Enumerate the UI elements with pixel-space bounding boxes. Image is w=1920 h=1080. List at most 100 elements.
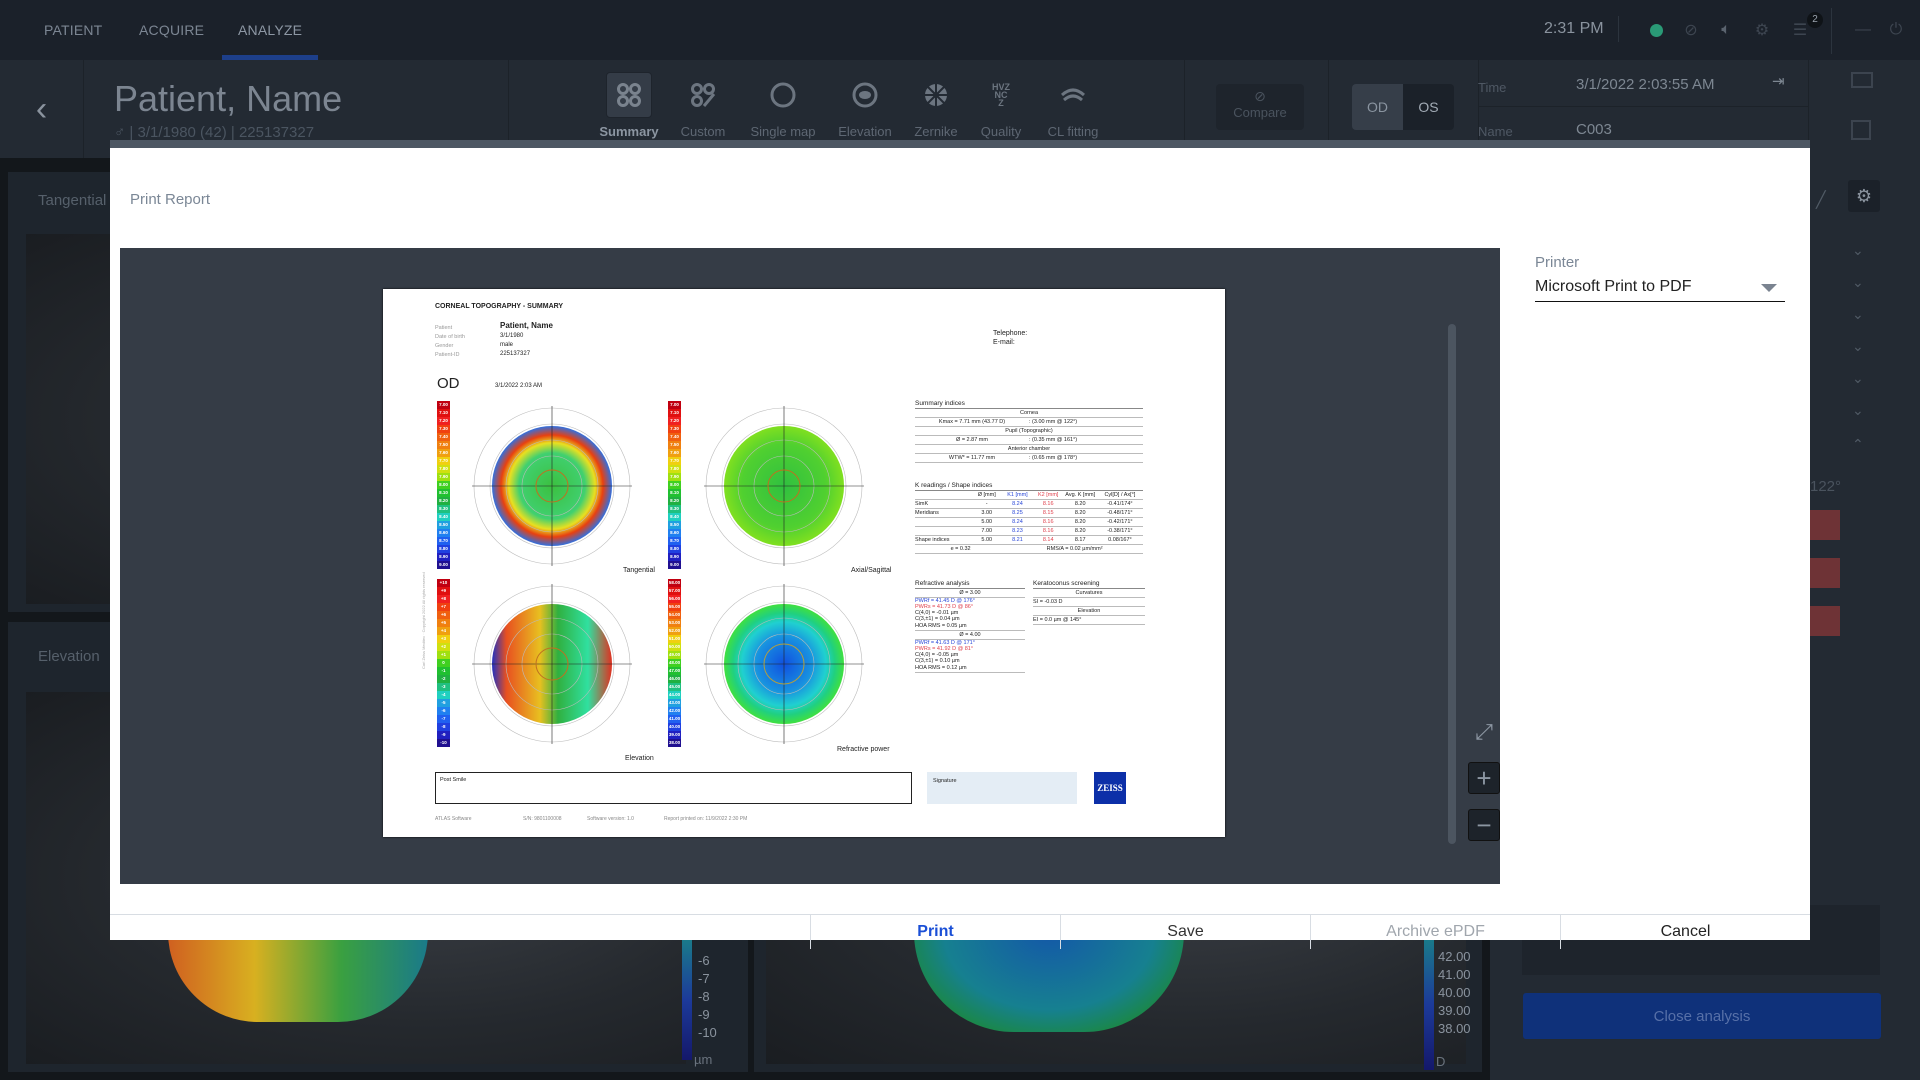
tab-patient[interactable]: PATIENT xyxy=(44,0,102,60)
view-label: Summary xyxy=(599,124,659,139)
birth-info: 3/1/1980 (42) xyxy=(137,124,227,141)
table-cell: - xyxy=(985,501,988,507)
printer-label: Printer xyxy=(1535,254,1580,271)
keratoconus-screening: Keratoconus screening Curvatures SI = -0… xyxy=(1033,579,1145,625)
print-button[interactable]: Print xyxy=(810,915,1060,949)
view-label: Zernike xyxy=(914,124,958,139)
field-value: Patient, Name xyxy=(500,321,553,330)
chevron-down-icon[interactable]: ⌄ xyxy=(1852,402,1864,419)
clock: 2:31 PM xyxy=(1544,20,1604,37)
back-button[interactable]: ‹ xyxy=(0,60,84,158)
axis-angle-text: 122° xyxy=(1810,478,1842,495)
archive-epdf-button[interactable]: Archive ePDF xyxy=(1310,915,1560,949)
view-label: Elevation xyxy=(838,124,892,139)
chevron-down-icon[interactable]: ⌄ xyxy=(1852,338,1864,355)
chevron-down-icon[interactable]: ⌄ xyxy=(1852,242,1864,259)
scale-step: 47.00 xyxy=(668,667,681,675)
scale-step: 7.60 xyxy=(668,449,681,457)
field-value: 3/1/1980 xyxy=(500,333,524,339)
view-quality[interactable]: HVZ NC Z Quality xyxy=(966,72,1036,140)
scale-step: 7.20 xyxy=(668,417,681,425)
summary-grid-icon xyxy=(606,72,652,118)
view-label: Custom xyxy=(680,124,726,139)
quality-icon: HVZ NC Z xyxy=(992,82,1010,108)
scale-step: 8.70 xyxy=(668,537,681,545)
fit-to-screen-icon[interactable]: ⤢ xyxy=(1470,718,1498,746)
scale-step: 7.80 xyxy=(437,465,450,473)
compare-button[interactable]: ⊘ Compare xyxy=(1216,84,1304,130)
chevron-down-icon[interactable]: ⌄ xyxy=(1852,274,1864,291)
scale-step: +3 xyxy=(437,635,450,643)
settings-button[interactable]: ⚙ xyxy=(1848,180,1880,212)
table-cell: 8.20 xyxy=(1074,510,1086,516)
scale-step: +2 xyxy=(437,643,450,651)
printer-value: Microsoft Print to PDF xyxy=(1535,278,1692,295)
time-value: 3/1/2022 2:03:55 AM xyxy=(1576,76,1715,93)
table-cell: 8.20 xyxy=(1074,528,1086,534)
zoom-out-button[interactable]: − xyxy=(1468,809,1500,841)
scale-step: -4 xyxy=(437,691,450,699)
minimize-icon[interactable]: — xyxy=(1853,20,1873,40)
cancel-button[interactable]: Cancel xyxy=(1560,915,1810,949)
printer-select[interactable]: Microsoft Print to PDF xyxy=(1535,278,1785,302)
view-elevation[interactable]: Elevation xyxy=(830,72,900,139)
zoom-in-button[interactable]: + xyxy=(1468,762,1500,794)
tab-analyze[interactable]: ANALYZE xyxy=(221,0,319,60)
pen-icon[interactable]: ╱ xyxy=(1816,190,1826,210)
scale-step: -7 xyxy=(437,715,450,723)
column-header: K2 [mm] xyxy=(1037,492,1059,498)
view-single-map[interactable]: Single map xyxy=(748,72,818,139)
name-value: C003 xyxy=(1576,121,1612,138)
scale-step: +4 xyxy=(437,627,450,635)
volume-icon[interactable]: 🔈︎ xyxy=(1716,20,1736,40)
map-label: Refractive power xyxy=(837,746,890,753)
refractive-d: Ø = 3.00 xyxy=(915,589,1025,598)
eye-od-button[interactable]: OD xyxy=(1352,84,1403,130)
share-icon[interactable] xyxy=(1851,72,1873,88)
field-label: Date of birth xyxy=(435,334,465,340)
compare-label: Compare xyxy=(1233,105,1287,120)
chevron-down-icon[interactable]: ⌄ xyxy=(1852,306,1864,323)
radius-scale-axial: 7.00 7.10 7.20 7.30 7.40 7.50 7.60 7.70 7.80 7.90… xyxy=(668,401,681,569)
chevron-down-icon[interactable]: ⌄ xyxy=(1852,370,1864,387)
report-eye: OD xyxy=(437,375,460,392)
scale-step: 43.00 xyxy=(668,699,681,707)
settings-icon[interactable]: ⚙ xyxy=(1752,20,1772,40)
print-icon[interactable] xyxy=(1851,120,1871,140)
scale-step: 8.60 xyxy=(668,529,681,537)
elevation-scale-labels: -6 -7 -8 -9 -10 xyxy=(698,953,717,1040)
visibility-off-icon[interactable]: ⊘ xyxy=(1681,20,1701,40)
table-cell: 8.17 xyxy=(1074,537,1086,543)
field-label: Patient xyxy=(435,325,453,331)
view-cl-fitting[interactable]: CL fitting xyxy=(1038,72,1108,139)
chevron-up-icon[interactable]: ⌃ xyxy=(1852,436,1864,453)
preview-scrollbar[interactable] xyxy=(1448,324,1456,844)
time-label: Time xyxy=(1478,80,1507,95)
table-cell: SimK xyxy=(915,501,929,507)
scale-step: 39.00 xyxy=(668,731,681,739)
status-dot-icon xyxy=(1646,20,1666,40)
table-row: SimK - 8.24 8.16 8.20 -0.41/174° xyxy=(915,500,1143,509)
tab-acquire[interactable]: ACQUIRE xyxy=(139,0,204,60)
map-label: Elevation xyxy=(625,755,654,762)
export-icon[interactable]: ⇥ xyxy=(1772,72,1785,90)
view-custom[interactable]: Custom xyxy=(668,72,738,139)
scale-step: 7.00 xyxy=(668,401,681,409)
scale-step: 8.00 xyxy=(668,481,681,489)
indicator-box xyxy=(1810,510,1840,540)
power-icon[interactable]: ⏻ xyxy=(1886,20,1906,40)
eye-os-button[interactable]: OS xyxy=(1403,84,1454,130)
close-analysis-button[interactable]: Close analysis xyxy=(1523,993,1881,1039)
table-row: 7.00 8.23 8.16 8.20 -0.38/171° xyxy=(915,527,1143,536)
save-button[interactable]: Save xyxy=(1060,915,1310,949)
column-header: Cyl[D] / Ax[°] xyxy=(1104,492,1136,498)
view-summary[interactable]: Summary xyxy=(594,72,664,139)
dialog-title: Print Report xyxy=(130,191,211,208)
scale-step: 7.50 xyxy=(437,441,450,449)
scale-step: +6 xyxy=(437,611,450,619)
scale-step: +7 xyxy=(437,603,450,611)
indicator-box xyxy=(1810,558,1840,588)
table-cell: 8.21 xyxy=(1012,537,1023,543)
elevation-scale-bar xyxy=(682,940,692,1060)
view-zernike[interactable]: Zernike xyxy=(901,72,971,139)
